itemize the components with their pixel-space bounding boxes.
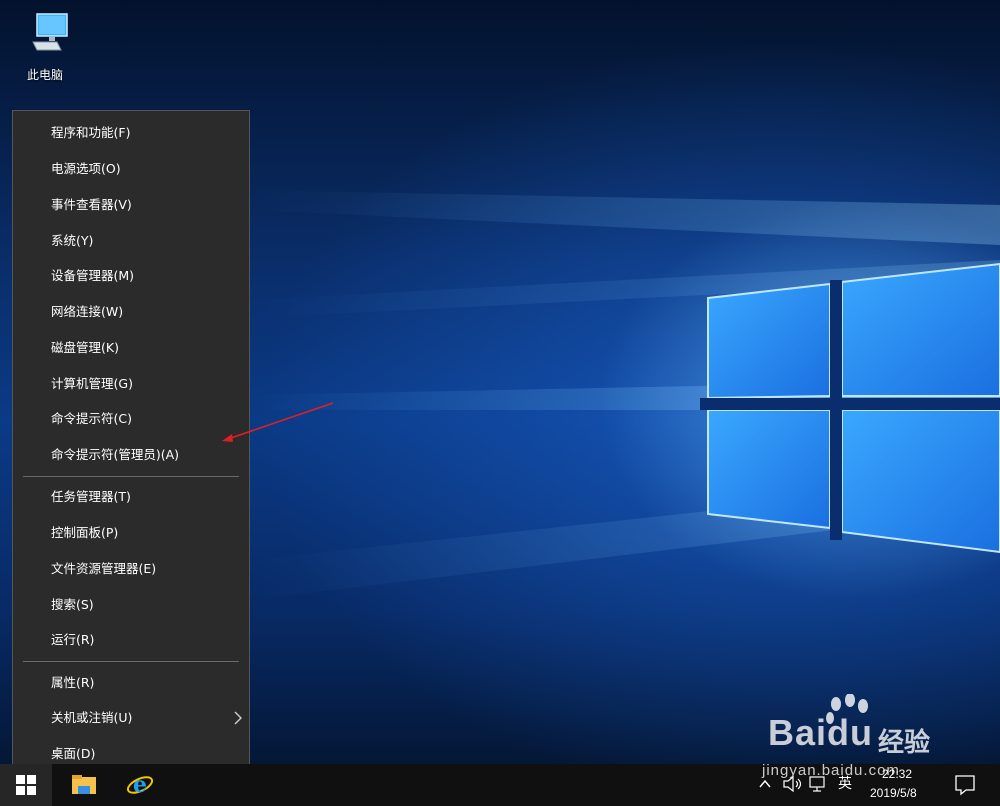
menu-separator [23, 661, 239, 662]
menu-item-device-manager[interactable]: 设备管理器(M) [13, 259, 249, 293]
menu-item-disk-management[interactable]: 磁盘管理(K) [13, 331, 249, 365]
svg-text:e: e [133, 772, 147, 798]
menu-item-programs-and-features[interactable]: 程序和功能(F) [13, 116, 249, 150]
menu-item-network-connections[interactable]: 网络连接(W) [13, 295, 249, 329]
menu-item-run[interactable]: 运行(R) [13, 623, 249, 657]
menu-item-command-prompt-admin[interactable]: 命令提示符(管理员)(A) [13, 438, 249, 472]
menu-item-search[interactable]: 搜索(S) [13, 588, 249, 622]
menu-item-desktop[interactable]: 桌面(D) [13, 737, 249, 764]
input-language-indicator[interactable]: 英 [838, 773, 852, 793]
menu-item-task-manager[interactable]: 任务管理器(T) [13, 480, 249, 514]
folder-icon [72, 775, 96, 794]
clock-time[interactable]: 22:32 [882, 767, 912, 781]
desktop[interactable]: 此电脑 程序和功能(F) 电源选项(O) 事件查看器(V) 系统(Y) 设备管理… [0, 0, 1000, 764]
taskbar-file-explorer[interactable] [60, 764, 108, 806]
menu-item-properties[interactable]: 属性(R) [13, 666, 249, 700]
menu-item-event-viewer[interactable]: 事件查看器(V) [13, 188, 249, 222]
this-pc-monitor-icon [32, 13, 68, 51]
network-icon[interactable] [808, 775, 828, 793]
winx-quick-link-menu: 程序和功能(F) 电源选项(O) 事件查看器(V) 系统(Y) 设备管理器(M)… [12, 110, 250, 764]
clock-date[interactable]: 2019/5/8 [870, 786, 917, 800]
menu-item-power-options[interactable]: 电源选项(O) [13, 152, 249, 186]
start-button[interactable] [0, 764, 52, 806]
action-center-icon[interactable] [954, 774, 976, 796]
shutdown-or-signout-label: 关机或注销(U) [51, 710, 133, 725]
menu-item-shutdown-or-signout[interactable]: 关机或注销(U) [13, 701, 249, 735]
this-pc-label: 此电脑 [26, 68, 63, 82]
menu-separator [23, 476, 239, 477]
menu-item-system[interactable]: 系统(Y) [13, 224, 249, 258]
menu-item-command-prompt[interactable]: 命令提示符(C) [13, 402, 249, 436]
chevron-up-icon[interactable] [758, 777, 772, 791]
volume-icon[interactable] [782, 775, 804, 793]
this-pc-desktop-icon[interactable]: 此电脑 [14, 8, 76, 86]
menu-item-file-explorer[interactable]: 文件资源管理器(E) [13, 552, 249, 586]
taskbar-internet-explorer[interactable]: e [116, 764, 164, 806]
menu-item-control-panel[interactable]: 控制面板(P) [13, 516, 249, 550]
windows-logo-icon [16, 775, 36, 795]
taskbar: e 英 22:32 2019/5/8 [0, 764, 1000, 806]
menu-item-computer-management[interactable]: 计算机管理(G) [13, 367, 249, 401]
ie-icon: e [126, 772, 154, 798]
